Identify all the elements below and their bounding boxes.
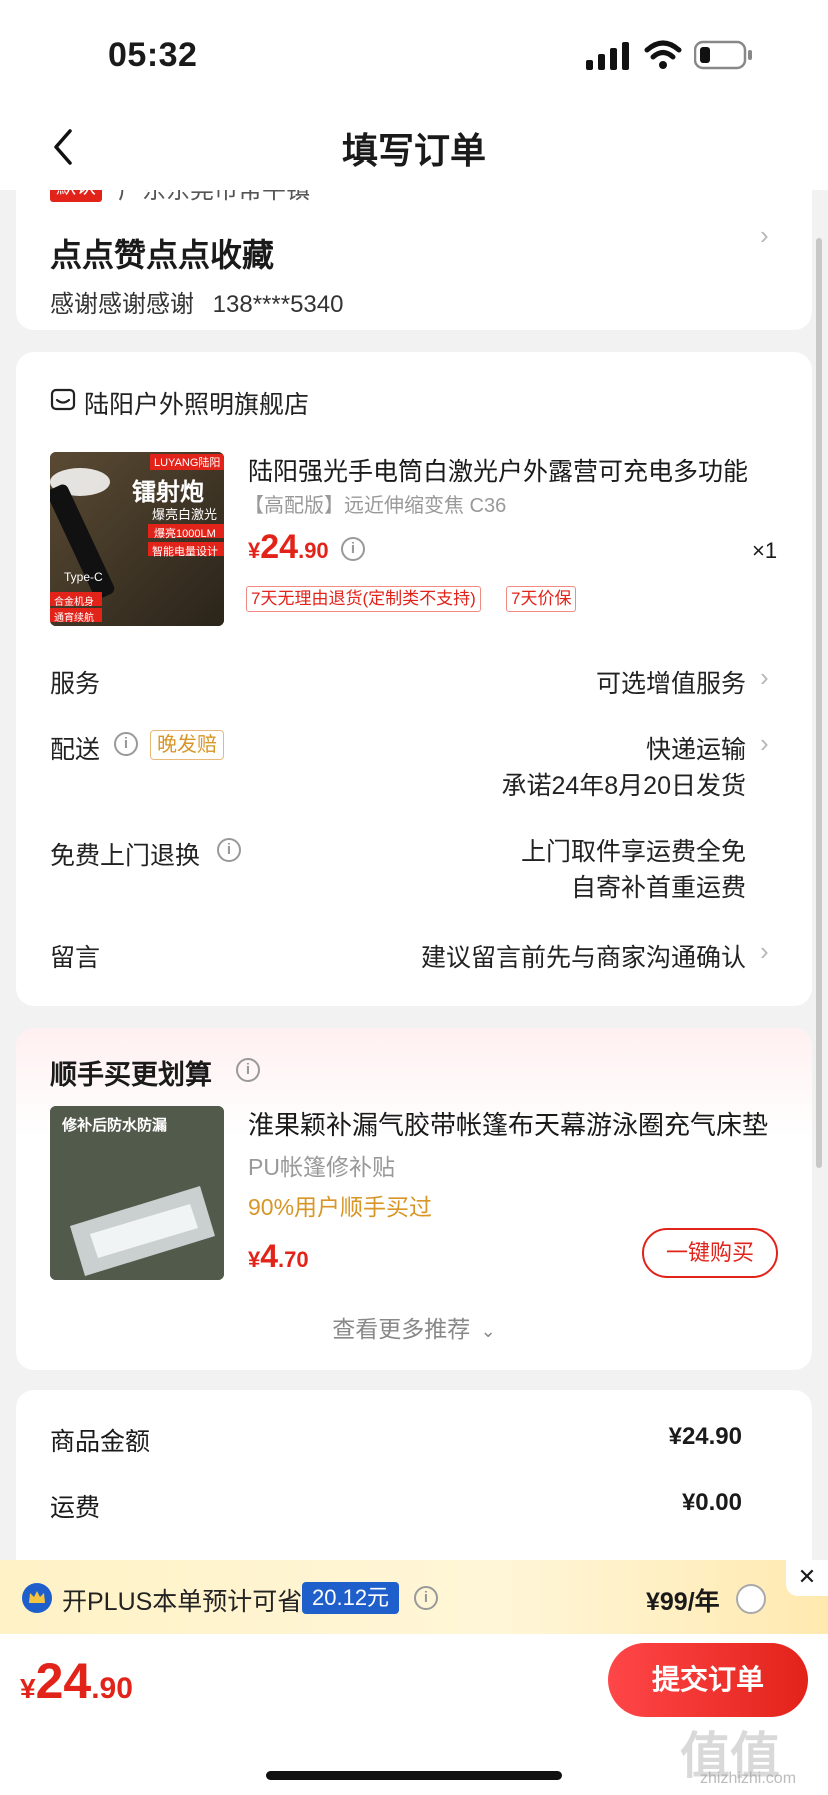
recommend-info-icon[interactable]: i (236, 1058, 260, 1082)
wifi-icon (644, 40, 682, 69)
submit-order-button[interactable]: 提交订单 (608, 1643, 808, 1717)
contact-name: 感谢感谢感谢 (50, 291, 194, 318)
product-image-endurance: 通宵续航 (54, 613, 94, 624)
recommend-name[interactable]: 淮果颖补漏气胶带帐篷布天幕游泳圈充气床垫 (248, 1105, 776, 1142)
message-label: 留言 (50, 944, 101, 972)
product-image-alloy: 合金机身 (54, 597, 94, 608)
view-more-label: 查看更多推荐 (332, 1316, 471, 1342)
product-price: ¥24.90 (248, 528, 329, 567)
plus-saving-amount: 20.12元 (302, 1582, 400, 1614)
return-service-line2: 自寄补首重运费 (570, 874, 746, 902)
price-symbol: ¥ (248, 538, 261, 563)
delivery-info-icon[interactable]: i (114, 732, 138, 756)
price-decimal: .90 (298, 538, 329, 563)
late-delivery-badge: 晚发赔 (150, 730, 224, 760)
delivery-method[interactable]: 快递运输 (646, 730, 746, 766)
service-value[interactable]: 可选增值服务 (596, 664, 746, 700)
scrollbar[interactable] (816, 238, 822, 1168)
plus-crown-icon (22, 1583, 52, 1613)
price-integer: 24 (260, 528, 299, 566)
product-image[interactable]: LUYANG陆阳 镭射炮 爆亮白激光 爆亮1000LM 智能电量设计 Type-… (50, 452, 224, 626)
product-image-usb: Type-C (64, 570, 103, 584)
plus-price: ¥99/年 (646, 1588, 720, 1616)
product-image-brand: LUYANG陆阳 (154, 457, 221, 469)
product-image-smart: 智能电量设计 (152, 546, 218, 558)
store-icon[interactable] (50, 386, 76, 412)
price-info-icon[interactable]: i (341, 537, 365, 561)
recommend-image-text: 修补后防水防漏 (62, 1117, 168, 1134)
return-policy-badge: 7天无理由退货(定制类不支持) (246, 586, 481, 612)
delivery-label: 配送 (50, 736, 101, 764)
plus-select-radio[interactable] (736, 1584, 766, 1614)
contact-phone: 138****5340 (212, 291, 344, 318)
return-info-icon[interactable]: i (217, 838, 241, 862)
return-service-label: 免费上门退换 (50, 842, 201, 870)
product-spec[interactable]: 【高配版】远近伸缩变焦 C36 (244, 489, 506, 518)
one-click-buy-button[interactable]: 一键购买 (642, 1228, 778, 1278)
recommend-sub: PU帐篷修补贴 (248, 1154, 395, 1180)
total-integer: 24 (35, 1653, 92, 1709)
watermark-site: zhizhizhi.com (700, 1770, 797, 1787)
delivery-chevron-icon[interactable]: › (760, 728, 769, 759)
plus-info-icon[interactable]: i (414, 1586, 438, 1610)
page-title: 填写订单 (341, 130, 486, 171)
recommend-price: ¥4.70 (248, 1238, 309, 1275)
plus-text: 开PLUS本单预计可省 (62, 1588, 303, 1616)
product-image-headline: 镭射炮 (132, 479, 204, 506)
home-indicator[interactable] (266, 1771, 562, 1780)
chevron-down-icon: ⌄ (480, 1321, 496, 1341)
rec-price-decimal: .70 (278, 1247, 309, 1272)
recommend-ratio: 90%用户顺手买过 (248, 1194, 433, 1220)
order-total: ¥24.90 (20, 1652, 133, 1710)
cellular-signal-icon (586, 42, 629, 70)
message-chevron-icon[interactable]: › (760, 936, 769, 967)
price-protect-badge: 7天价保 (506, 586, 577, 612)
return-service-line1: 上门取件享运费全免 (520, 838, 746, 866)
product-title[interactable]: 陆阳强光手电筒白激光户外露营可充电多功能 (248, 452, 768, 488)
status-time: 05:32 (108, 36, 198, 74)
store-name[interactable]: 陆阳户外照明旗舰店 (84, 385, 309, 421)
recommend-title: 顺手买更划算 (50, 1060, 212, 1090)
product-image-lumen: 爆亮1000LM (154, 528, 216, 540)
rec-price-integer: 4 (260, 1238, 279, 1274)
delivery-promise: 承诺24年8月20日发货 (501, 772, 746, 800)
view-more-recommend[interactable]: 查看更多推荐 ⌄ (0, 1310, 828, 1344)
service-label: 服务 (50, 670, 101, 698)
address-receiver: 点点赞点点收藏 (50, 237, 275, 273)
address-contact: 感谢感谢感谢 138****5340 (50, 284, 343, 319)
close-icon[interactable]: ✕ (786, 1560, 828, 1596)
rec-price-symbol: ¥ (248, 1247, 261, 1272)
goods-amount-label: 商品金额 (50, 1428, 151, 1456)
recommend-image[interactable]: 修补后防水防漏 (50, 1106, 224, 1280)
freight-label: 运费 (50, 1494, 101, 1522)
freight-value: ¥0.00 (681, 1489, 742, 1516)
service-chevron-icon[interactable]: › (760, 662, 769, 693)
total-symbol: ¥ (20, 1673, 36, 1704)
battery-icon (694, 40, 752, 70)
product-quantity: ×1 (752, 538, 778, 563)
goods-amount-value: ¥24.90 (668, 1423, 742, 1450)
total-decimal: .90 (91, 1672, 133, 1705)
product-image-sub: 爆亮白激光 (152, 507, 218, 522)
message-input[interactable]: 建议留言前先与商家沟通确认 (421, 938, 746, 974)
address-chevron-icon: › (760, 220, 769, 250)
